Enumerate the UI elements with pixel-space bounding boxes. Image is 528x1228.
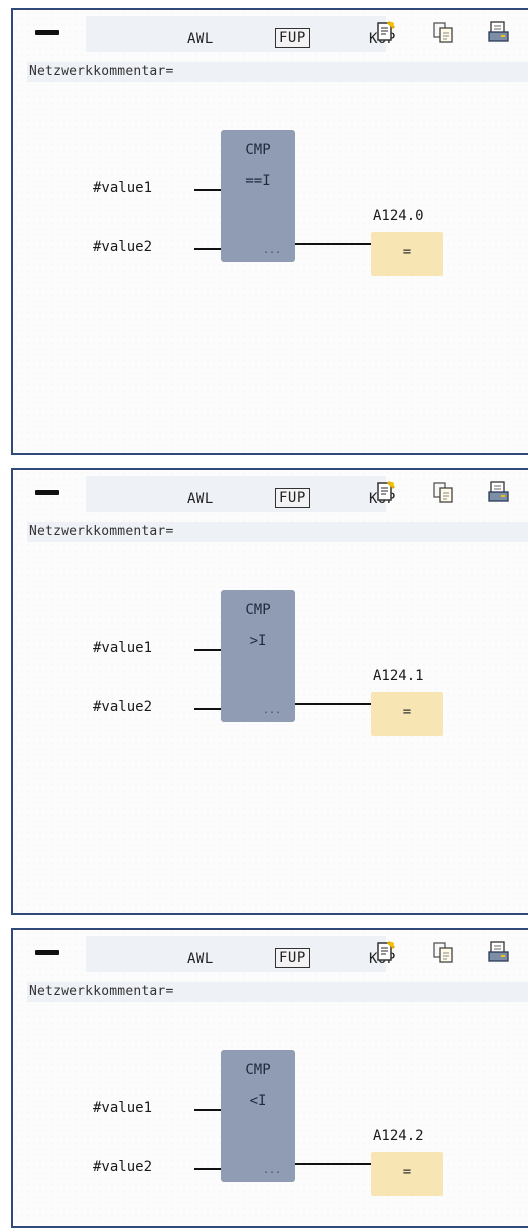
compare-block-title: CMP xyxy=(245,1062,271,1078)
language-tab-strip: AWL FUP KOP xyxy=(86,16,395,52)
language-tab-strip: AWL FUP KOP xyxy=(86,476,395,512)
compare-operator: ==I xyxy=(245,173,271,189)
language-tab-strip: AWL FUP KOP xyxy=(86,936,395,972)
block-more-dots: ... xyxy=(262,245,281,256)
output-address[interactable]: A124.2 xyxy=(373,1128,424,1144)
network-comment-bar[interactable]: Netzwerkkommentar= xyxy=(27,522,528,542)
network-panel-1: AWL FUP KOP Netzwerkkommentar= #value1 #… xyxy=(11,8,528,455)
block-more-dots: ... xyxy=(262,1165,281,1176)
minimize-icon[interactable] xyxy=(35,490,59,495)
copy-icon[interactable] xyxy=(431,940,455,964)
editor-toolbar: AWL FUP KOP xyxy=(13,470,528,514)
input-label-1[interactable]: #value1 xyxy=(93,640,152,656)
assign-symbol: = xyxy=(402,1164,412,1180)
assign-block[interactable]: = xyxy=(371,1152,443,1196)
input-wire-1 xyxy=(194,189,221,191)
tab-fup[interactable]: FUP xyxy=(275,28,310,48)
minimize-icon[interactable] xyxy=(35,30,59,35)
assign-symbol: = xyxy=(402,704,412,720)
input-wire-1 xyxy=(194,1109,221,1111)
document-edit-icon[interactable] xyxy=(373,480,397,504)
tab-fup[interactable]: FUP xyxy=(275,948,310,968)
print-icon[interactable] xyxy=(487,20,511,44)
compare-block-title: CMP xyxy=(245,142,271,158)
copy-icon[interactable] xyxy=(431,480,455,504)
network-comment-label: Netzwerkkommentar= xyxy=(29,64,174,79)
output-address[interactable]: A124.1 xyxy=(373,668,424,684)
compare-operator: >I xyxy=(249,633,267,649)
tab-awl[interactable]: AWL xyxy=(187,31,214,47)
input-label-1[interactable]: #value1 xyxy=(93,1100,152,1116)
tab-awl[interactable]: AWL xyxy=(187,491,214,507)
network-comment-bar[interactable]: Netzwerkkommentar= xyxy=(27,62,528,82)
input-label-2[interactable]: #value2 xyxy=(93,699,152,715)
network-comment-label: Netzwerkkommentar= xyxy=(29,524,174,539)
input-wire-1 xyxy=(194,649,221,651)
editor-toolbar: AWL FUP KOP xyxy=(13,930,528,974)
tab-awl[interactable]: AWL xyxy=(187,951,214,967)
input-wire-2 xyxy=(194,708,221,710)
network-comment-label: Netzwerkkommentar= xyxy=(29,984,174,999)
input-label-1[interactable]: #value1 xyxy=(93,180,152,196)
output-wire xyxy=(295,243,373,245)
editor-toolbar: AWL FUP KOP xyxy=(13,10,528,54)
network-panel-2: AWL FUP KOP Netzwerkkommentar= #value1 #… xyxy=(11,468,528,915)
tab-fup[interactable]: FUP xyxy=(275,488,310,508)
block-more-dots: ... xyxy=(262,705,281,716)
input-wire-2 xyxy=(194,248,221,250)
output-wire xyxy=(295,1163,373,1165)
assign-block[interactable]: = xyxy=(371,232,443,276)
compare-block[interactable]: CMP ==I ... xyxy=(221,130,295,262)
compare-block[interactable]: CMP >I ... xyxy=(221,590,295,722)
input-wire-2 xyxy=(194,1168,221,1170)
network-panel-3: AWL FUP KOP Netzwerkkommentar= #value1 #… xyxy=(11,928,528,1228)
network-comment-bar[interactable]: Netzwerkkommentar= xyxy=(27,982,528,1002)
input-label-2[interactable]: #value2 xyxy=(93,239,152,255)
assign-block[interactable]: = xyxy=(371,692,443,736)
print-icon[interactable] xyxy=(487,940,511,964)
assign-symbol: = xyxy=(402,244,412,260)
compare-block-title: CMP xyxy=(245,602,271,618)
input-label-2[interactable]: #value2 xyxy=(93,1159,152,1175)
compare-operator: <I xyxy=(249,1093,267,1109)
compare-block[interactable]: CMP <I ... xyxy=(221,1050,295,1182)
print-icon[interactable] xyxy=(487,480,511,504)
document-edit-icon[interactable] xyxy=(373,20,397,44)
output-address[interactable]: A124.0 xyxy=(373,208,424,224)
copy-icon[interactable] xyxy=(431,20,455,44)
minimize-icon[interactable] xyxy=(35,950,59,955)
document-edit-icon[interactable] xyxy=(373,940,397,964)
output-wire xyxy=(295,703,373,705)
